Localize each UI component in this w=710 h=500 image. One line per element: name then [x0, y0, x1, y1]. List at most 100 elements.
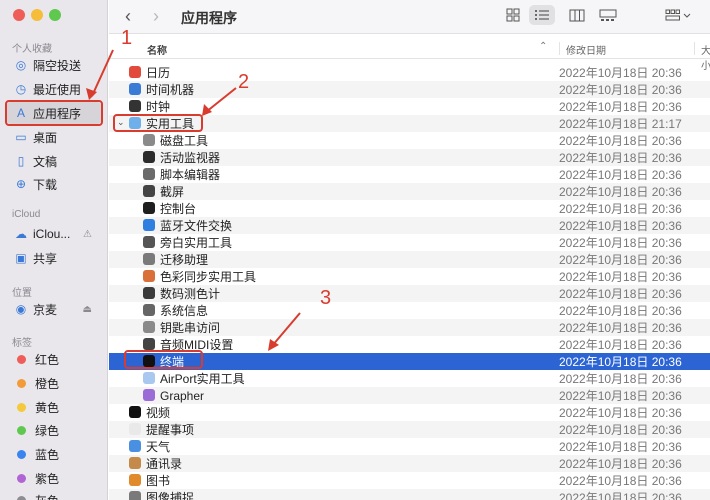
color-meter-icon [143, 287, 155, 299]
sidebar-tag-purple[interactable]: 紫色 [6, 467, 102, 489]
keychain-icon [143, 321, 155, 333]
apps-icon: A [16, 106, 25, 120]
sidebar-item-shared[interactable]: ▣ 共享 [6, 247, 102, 269]
table-row[interactable]: 数码测色计 2022年10月18日 20:36 [109, 285, 710, 302]
table-row[interactable]: 截屏 2022年10月18日 20:36 [109, 183, 710, 200]
sidebar-tag-green[interactable]: 绿色 [6, 419, 102, 441]
row-name: 实用工具 [146, 117, 195, 131]
time-machine-icon [129, 83, 141, 95]
sidebar-tag-yellow[interactable]: 黄色 [6, 396, 102, 418]
table-row[interactable]: 蓝牙文件交换 2022年10月18日 20:36 [109, 217, 710, 234]
tag-color-dot [17, 425, 26, 435]
table-row[interactable]: 钥匙串访问 2022年10月18日 20:36 [109, 319, 710, 336]
gallery-view-button[interactable] [595, 5, 621, 25]
table-row[interactable]: Grapher 2022年10月18日 20:36 [109, 387, 710, 404]
migration-icon [143, 253, 155, 265]
cloud-icon: ☁ [15, 227, 27, 241]
row-name: 脚本编辑器 [160, 168, 221, 182]
sidebar-item-location-jingmai[interactable]: ◉ 京麦 ⏏ [6, 298, 102, 320]
airdrop-icon: ◎ [15, 58, 27, 72]
list-view-button[interactable] [529, 5, 555, 25]
table-row[interactable]: 旁白实用工具 2022年10月18日 20:36 [109, 234, 710, 251]
eject-icon[interactable]: ⏏ [83, 304, 92, 315]
toolbar: ‹ › 应用程序 [109, 0, 710, 34]
icon-view-button[interactable] [500, 5, 526, 25]
sidebar-tag-orange[interactable]: 橙色 [6, 372, 102, 394]
table-row[interactable]: 活动监视器 2022年10月18日 20:36 [109, 149, 710, 166]
midi-icon [143, 338, 155, 350]
row-name: 天气 [146, 440, 171, 454]
activity-monitor-icon [143, 151, 155, 163]
row-name: 时间机器 [146, 83, 195, 97]
column-header-size[interactable]: 大小 [694, 42, 710, 72]
back-button[interactable]: ‹ [125, 6, 131, 27]
table-row[interactable]: 控制台 2022年10月18日 20:36 [109, 200, 710, 217]
sidebar-tag-blue[interactable]: 蓝色 [6, 443, 102, 465]
columns-icon [569, 9, 585, 21]
sidebar-item-applications[interactable]: A 应用程序 [6, 102, 102, 124]
row-name: 蓝牙文件交换 [160, 219, 233, 233]
disk-utility-icon [143, 134, 155, 146]
folder-icon [129, 117, 141, 129]
annotation-number-2: 2 [238, 71, 250, 93]
table-row[interactable]: AirPort实用工具 2022年10月18日 20:36 [109, 370, 710, 387]
sidebar-item-recents[interactable]: ◷ 最近使用 [6, 78, 102, 100]
sidebar-section-favorites: 个人收藏 [12, 44, 52, 55]
table-row[interactable]: 系统信息 2022年10月18日 20:36 [109, 302, 710, 319]
sidebar-tag-gray[interactable]: 灰色 [6, 489, 102, 500]
zoom-window-button[interactable] [49, 9, 61, 21]
sidebar-item-documents[interactable]: ▯ 文稿 [6, 150, 102, 172]
sidebar-item-label: 橙色 [35, 376, 60, 391]
table-row[interactable]: 天气 2022年10月18日 20:36 [109, 438, 710, 455]
table-row[interactable]: 迁移助理 2022年10月18日 20:36 [109, 251, 710, 268]
sidebar-item-airdrop[interactable]: ◎ 隔空投送 [6, 54, 102, 76]
row-date: 2022年10月18日 20:36 [559, 355, 682, 369]
table-row[interactable]: 提醒事项 2022年10月18日 20:36 [109, 421, 710, 438]
annotation-number-3: 3 [320, 287, 332, 309]
close-window-button[interactable] [13, 9, 25, 21]
table-row[interactable]: 图像捕捉 2022年10月18日 20:36 [109, 489, 710, 500]
sidebar-item-label: 隔空投送 [33, 58, 82, 73]
row-name: 音频MIDI设置 [160, 338, 234, 352]
row-date: 2022年10月18日 20:36 [559, 66, 682, 80]
table-row[interactable]: 时钟 2022年10月18日 20:36 [109, 98, 710, 115]
sidebar-item-downloads[interactable]: ⊕ 下载 [6, 173, 102, 195]
column-header-name[interactable]: 名称 [147, 42, 167, 57]
row-date: 2022年10月18日 20:36 [559, 389, 682, 403]
table-row[interactable]: 色彩同步实用工具 2022年10月18日 20:36 [109, 268, 710, 285]
tv-icon [129, 406, 141, 418]
row-name: 图像捕捉 [146, 491, 195, 500]
sidebar-item-label: iClou... [33, 227, 71, 241]
column-header-date[interactable]: 修改日期 [559, 42, 606, 57]
table-row[interactable]: 视频 2022年10月18日 20:36 [109, 404, 710, 421]
table-row[interactable]: 磁盘工具 2022年10月18日 20:36 [109, 132, 710, 149]
column-view-button[interactable] [564, 5, 590, 25]
row-date: 2022年10月18日 20:36 [559, 253, 682, 267]
row-date: 2022年10月18日 20:36 [559, 338, 682, 352]
minimize-window-button[interactable] [31, 9, 43, 21]
sidebar-item-desktop[interactable]: ▭ 桌面 [6, 126, 102, 148]
voiceover-icon [143, 236, 155, 248]
books-icon [129, 474, 141, 486]
table-row[interactable]: 日历 2022年10月18日 20:36 [109, 64, 710, 81]
disclosure-chevron-icon[interactable]: ⌄ [117, 117, 125, 128]
forward-button[interactable]: › [153, 6, 159, 27]
table-row[interactable]: 音频MIDI设置 2022年10月18日 20:36 [109, 336, 710, 353]
row-name: 时钟 [146, 100, 171, 114]
row-name: 终端 [160, 355, 185, 369]
sidebar-tag-red[interactable]: 红色 [6, 348, 102, 370]
group-by-button[interactable] [660, 5, 696, 25]
clock-icon: ◷ [15, 82, 27, 96]
table-row[interactable]: 通讯录 2022年10月18日 20:36 [109, 455, 710, 472]
sidebar-item-icloud-drive[interactable]: ☁ iClou... ⚠ [6, 223, 102, 245]
table-row[interactable]: ⌄ 实用工具 2022年10月18日 21:17 [109, 115, 710, 132]
row-date: 2022年10月18日 20:36 [559, 151, 682, 165]
row-date: 2022年10月18日 20:36 [559, 219, 682, 233]
table-row[interactable]: 脚本编辑器 2022年10月18日 20:36 [109, 166, 710, 183]
row-name: 图书 [146, 474, 171, 488]
column-header-bar: 名称 ⌃ 修改日期 大小 [109, 38, 710, 72]
table-row[interactable]: 终端 2022年10月18日 20:36 [109, 353, 710, 370]
table-row[interactable]: 时间机器 2022年10月18日 20:36 [109, 81, 710, 98]
table-row[interactable]: 图书 2022年10月18日 20:36 [109, 472, 710, 489]
row-name: 提醒事项 [146, 423, 195, 437]
